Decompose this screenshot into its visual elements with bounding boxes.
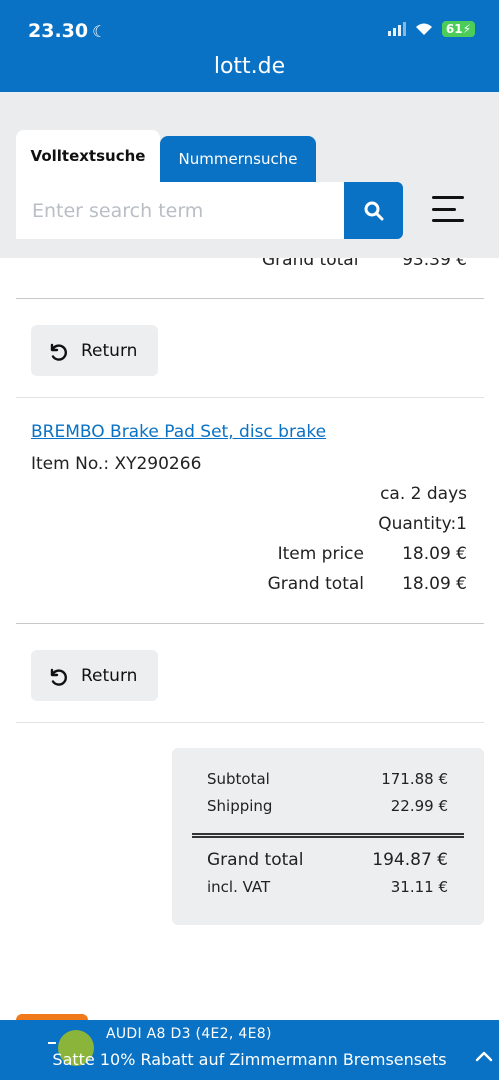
item-title-link[interactable]: BREMBO Brake Pad Set, disc brake [31, 422, 326, 442]
search-icon [364, 201, 383, 220]
battery-level: 61 [445, 22, 463, 36]
search-input[interactable] [16, 182, 344, 239]
shipping-value: 22.99 € [390, 797, 448, 815]
divider [16, 298, 484, 299]
promo-text[interactable]: Satte 10% Rabatt auf Zimmermann Bremsens… [0, 1050, 499, 1069]
vat-value: 31.11 € [390, 878, 448, 896]
item-grand-total-label: Grand total [267, 574, 364, 594]
subtotal-value: 171.88 € [381, 770, 448, 788]
divider [16, 623, 484, 624]
url-bar[interactable]: lott.de [0, 54, 499, 79]
battery-icon: 61⚡ [441, 21, 475, 37]
item-number: Item No.: XY290266 [31, 454, 202, 474]
divider [16, 397, 484, 398]
tab-nummernsuche[interactable]: Nummernsuche [160, 136, 316, 182]
return-button[interactable]: Return [31, 650, 158, 701]
item-grand-total-value: 18.09 € [402, 574, 467, 594]
search-button[interactable] [344, 182, 403, 239]
grand-total-value: 194.87 € [372, 850, 448, 870]
undo-icon [50, 668, 67, 686]
shipping-label: Shipping [207, 797, 273, 815]
return-label: Return [81, 665, 138, 686]
vat-label: incl. VAT [207, 878, 271, 896]
wifi-icon [415, 23, 432, 35]
return-button[interactable]: Return [31, 325, 158, 376]
cart-content: Grand total 93.39 € Return BREMBO Brake … [0, 258, 499, 1020]
quantity: Quantity:1 [378, 514, 467, 534]
signal-icon [387, 22, 406, 36]
divider [16, 722, 484, 723]
status-time: 23.30 ☾ [28, 20, 106, 42]
prev-grand-total-value: 93.39 € [402, 258, 467, 270]
return-label: Return [81, 340, 138, 361]
tab-volltextsuche[interactable]: Volltextsuche [16, 130, 160, 182]
subtotal-label: Subtotal [207, 770, 270, 788]
menu-hamburger-icon[interactable] [432, 196, 464, 222]
order-summary: Subtotal 171.88 € Shipping 22.99 € Grand… [172, 748, 484, 925]
prev-grand-total-label: Grand total [262, 258, 359, 270]
item-price-value: 18.09 € [402, 544, 467, 564]
status-icons: 61⚡ [387, 21, 475, 37]
chevron-up-icon[interactable] [475, 1050, 493, 1062]
delivery-time: ca. 2 days [380, 484, 467, 504]
double-divider [192, 833, 464, 838]
grand-total-label: Grand total [207, 850, 304, 870]
item-price-label: Item price [277, 544, 364, 564]
vehicle-name: AUDI A8 D3 (4E2, 4E8) [106, 1026, 272, 1042]
undo-icon [50, 343, 67, 361]
browser-top-bar: 23.30 ☾ 61⚡ lott.de [0, 0, 499, 92]
promo-banner[interactable]: AUDI A8 D3 (4E2, 4E8) Satte 10% Rabatt a… [0, 1020, 499, 1080]
dash-icon [48, 1042, 56, 1044]
moon-icon: ☾ [92, 22, 107, 41]
search-panel: Volltextsuche Nummernsuche [0, 92, 499, 258]
status-time-text: 23.30 [28, 20, 89, 42]
